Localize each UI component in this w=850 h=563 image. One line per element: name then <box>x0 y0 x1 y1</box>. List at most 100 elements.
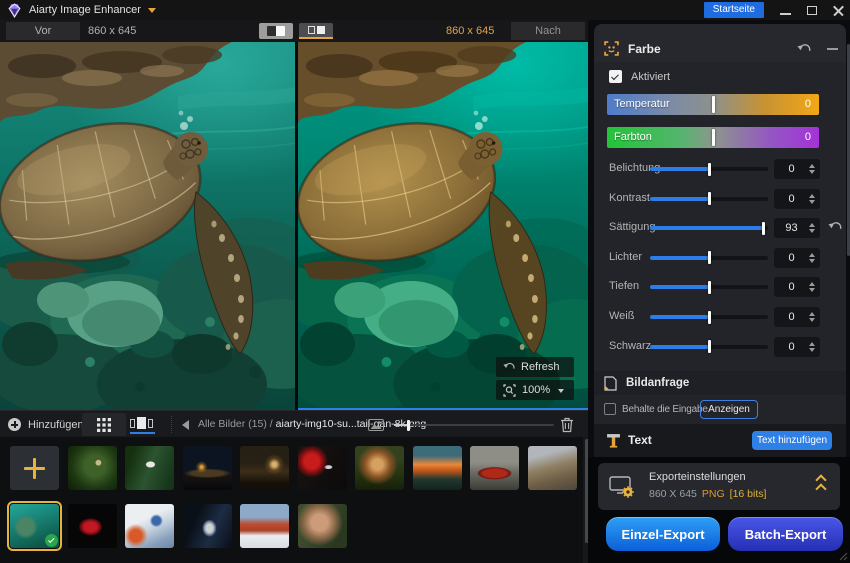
slider-handle[interactable] <box>407 420 410 431</box>
slider-handle-belichtung[interactable] <box>708 163 711 176</box>
thumbnail-sea-turtle[interactable] <box>10 504 59 548</box>
back-arrow-icon[interactable] <box>182 420 189 430</box>
spin-up-icon[interactable] <box>809 279 815 286</box>
thumbnail-classic-car[interactable] <box>470 446 519 490</box>
side-by-side-view-toggle[interactable] <box>299 23 333 39</box>
temperatur-handle[interactable] <box>712 96 715 113</box>
spin-down-icon[interactable] <box>809 288 815 295</box>
filmstrip-view-button[interactable] <box>130 417 155 433</box>
text-icon <box>606 433 621 448</box>
slider-handle-saettigung[interactable] <box>762 222 765 235</box>
zoom-level-control[interactable]: 100% <box>496 380 574 400</box>
slider-track-lichter[interactable] <box>650 256 768 260</box>
slider-track-tiefen[interactable] <box>650 285 768 289</box>
slider-value-schwarz[interactable]: 0 <box>774 337 820 357</box>
batch-export-button[interactable]: Batch-Export <box>726 515 845 553</box>
slider-track-saettigung[interactable] <box>650 226 768 230</box>
slider-value-kontrast[interactable]: 0 <box>774 189 820 209</box>
spin-up-icon[interactable] <box>809 220 815 227</box>
undo-saettigung-icon[interactable] <box>828 221 842 233</box>
slider-value-weiss[interactable]: 0 <box>774 307 820 327</box>
add-text-button[interactable]: Text hinzufügen <box>752 431 832 450</box>
spinner-schwarz[interactable] <box>809 339 815 355</box>
slider-track-weiss[interactable] <box>650 315 768 319</box>
slider-value-tiefen[interactable]: 0 <box>774 277 820 297</box>
minimize-button[interactable] <box>780 6 791 15</box>
thumbnail-dog[interactable] <box>183 504 232 548</box>
split-view-toggle[interactable] <box>259 23 293 39</box>
spinner-lichter[interactable] <box>809 250 815 266</box>
after-tab[interactable]: Nach <box>511 22 585 40</box>
anzeigen-button[interactable]: Anzeigen <box>700 400 758 419</box>
slider-handle-tiefen[interactable] <box>708 281 711 294</box>
export-settings-box[interactable]: Exporteinstellungen 860 X 645PNG[16 bits… <box>598 463 840 510</box>
spin-up-icon[interactable] <box>809 161 815 168</box>
maximize-button[interactable] <box>807 6 817 15</box>
thumbnail-village-street[interactable] <box>528 446 577 490</box>
spin-down-icon[interactable] <box>809 259 815 266</box>
thumbnail-bird-forest[interactable] <box>68 446 117 490</box>
spinner-tiefen[interactable] <box>809 279 815 295</box>
thumbnail-snow-building[interactable] <box>240 504 289 548</box>
thumbnail-white-house[interactable] <box>125 504 174 548</box>
temperatur-slider[interactable]: Temperatur 0 <box>607 94 819 115</box>
slider-value-saettigung[interactable]: 93 <box>774 218 820 238</box>
farbton-handle[interactable] <box>712 129 715 146</box>
slider-handle-schwarz[interactable] <box>708 340 711 353</box>
resize-grip[interactable] <box>838 551 848 561</box>
spinner-belichtung[interactable] <box>809 161 815 177</box>
thumbnail-red-fish[interactable] <box>68 504 117 548</box>
spin-up-icon[interactable] <box>809 309 815 316</box>
before-image-pane[interactable] <box>0 42 295 410</box>
export-collapse-chevrons-icon[interactable] <box>817 476 825 493</box>
slider-track-kontrast[interactable] <box>650 197 768 201</box>
single-export-button[interactable]: Einzel-Export <box>604 515 722 553</box>
thumbnail-child-portrait[interactable] <box>355 446 404 490</box>
app-menu-chevron-icon[interactable] <box>148 8 156 17</box>
before-tab[interactable]: Vor <box>6 22 80 40</box>
spinner-kontrast[interactable] <box>809 191 815 207</box>
thumbnail-lake-house[interactable] <box>240 446 289 490</box>
spin-up-icon[interactable] <box>809 250 815 257</box>
spin-up-icon[interactable] <box>809 339 815 346</box>
thumbnail-woman-portrait[interactable] <box>298 504 347 548</box>
slider-handle-lichter[interactable] <box>708 251 711 264</box>
spinner-weiss[interactable] <box>809 309 815 325</box>
home-button[interactable]: Startseite <box>704 2 764 18</box>
thumbnail-sunset-lake[interactable] <box>413 446 462 490</box>
export-settings-icon <box>609 476 635 498</box>
close-button[interactable] <box>833 5 844 16</box>
slider-value-belichtung[interactable]: 0 <box>774 159 820 179</box>
thumbnail-size-slider[interactable] <box>394 424 554 426</box>
keep-input-checkbox[interactable] <box>604 403 616 415</box>
zoom-level-value: 100% <box>522 384 550 396</box>
add-image-tile[interactable] <box>10 446 59 490</box>
farbe-collapse-icon[interactable] <box>827 48 838 50</box>
spin-up-icon[interactable] <box>809 191 815 198</box>
spin-down-icon[interactable] <box>809 229 815 236</box>
slider-handle-weiss[interactable] <box>708 311 711 324</box>
add-images-button[interactable]: Hinzufügen <box>8 411 84 438</box>
slider-value-lichter[interactable]: 0 <box>774 248 820 268</box>
slider-handle-kontrast[interactable] <box>708 192 711 205</box>
grid-view-icon <box>97 418 111 432</box>
after-image-pane[interactable] <box>298 42 588 410</box>
all-images-link[interactable]: Alle Bilder (15) <box>198 418 267 430</box>
spin-down-icon[interactable] <box>809 348 815 355</box>
spinner-saettigung[interactable] <box>809 220 815 236</box>
delete-trash-icon[interactable] <box>560 417 574 433</box>
thumbnail-city-night[interactable] <box>183 446 232 490</box>
aktiviert-checkbox[interactable] <box>609 70 622 83</box>
spin-down-icon[interactable] <box>809 170 815 177</box>
app-title: Aiarty Image Enhancer <box>29 4 141 16</box>
farbton-slider[interactable]: Farbton 0 <box>607 127 819 148</box>
thumbnail-flower-hummingbird[interactable] <box>298 446 347 490</box>
thumbnail-white-heron[interactable] <box>125 446 174 490</box>
spin-down-icon[interactable] <box>809 200 815 207</box>
slider-track-belichtung[interactable] <box>650 167 768 171</box>
spin-down-icon[interactable] <box>809 318 815 325</box>
slider-track-schwarz[interactable] <box>650 345 768 349</box>
farbe-reset-icon[interactable] <box>797 43 811 55</box>
refresh-button[interactable]: Refresh <box>496 357 574 377</box>
grid-view-button[interactable] <box>82 413 126 436</box>
